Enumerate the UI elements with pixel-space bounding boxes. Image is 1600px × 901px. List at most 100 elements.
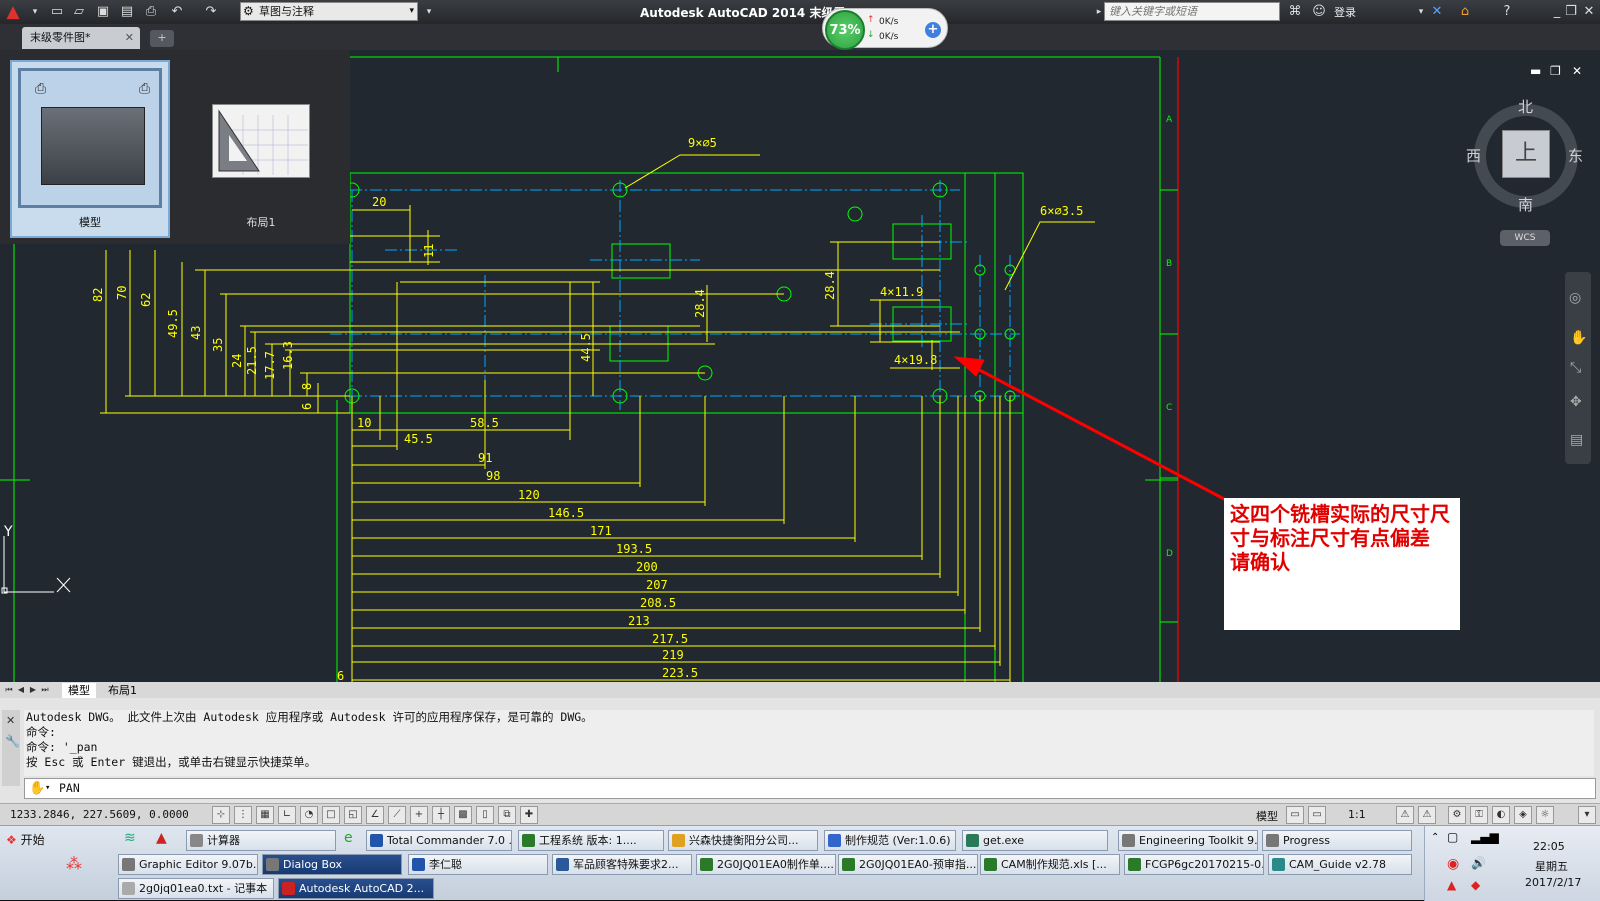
viewcube-north[interactable]: 北	[1518, 96, 1533, 117]
transparency-icon[interactable]: ▩	[454, 806, 472, 824]
search-input[interactable]	[1104, 2, 1280, 21]
tab-model[interactable]: 模型	[62, 683, 96, 698]
network-signal-icon[interactable]: ▂▄▆	[1471, 830, 1499, 844]
app-store-icon[interactable]: ⌂	[1456, 3, 1474, 21]
taskbar-button[interactable]: Autodesk AutoCAD 2...	[278, 878, 434, 899]
binoculars-icon[interactable]: ⌘	[1286, 3, 1304, 21]
tray-app-icon[interactable]: ▢	[1447, 830, 1458, 844]
quick-properties-icon[interactable]: ▯	[476, 806, 494, 824]
document-tab[interactable]: 末级零件图* ✕	[22, 27, 140, 49]
save-icon[interactable]: ▣	[94, 3, 112, 21]
taskbar-button[interactable]: FCGP6gc20170215-0...	[1124, 854, 1264, 875]
pan-hand-icon[interactable]: ✋	[1570, 330, 1587, 346]
open-file-icon[interactable]: ▱	[70, 3, 88, 21]
tab-layout1[interactable]: 布局1	[102, 683, 143, 698]
tray-expand-icon[interactable]: ⌃	[1431, 832, 1439, 843]
selection-cycling-icon[interactable]: ⧉	[498, 806, 516, 824]
close-command-icon[interactable]: ✕	[6, 714, 15, 727]
viewcube-west[interactable]: 西	[1466, 145, 1481, 166]
accelerate-button[interactable]: +	[925, 22, 941, 38]
undo-icon[interactable]: ↶	[168, 3, 186, 21]
taskbar-button[interactable]: 军品顾客特殊要求2...	[552, 854, 692, 875]
security-icon[interactable]: ◉	[1447, 856, 1459, 872]
dynamic-input-icon[interactable]: +	[410, 806, 428, 824]
object-snap-icon[interactable]: □	[322, 806, 340, 824]
taskbar-button[interactable]: Dialog Box	[262, 854, 402, 875]
taskbar-button[interactable]: 2g0jq01ea0.txt - 记事本	[118, 878, 274, 899]
taskbar-button[interactable]: 2G0JQ01EA0-预审指...	[838, 854, 978, 875]
workspace-dropdown[interactable]: ⚙ 草图与注释 ▾	[240, 2, 418, 21]
customize-toolbar-icon[interactable]: ▾	[420, 3, 438, 21]
taskbar-button[interactable]: Engineering Toolkit 9....	[1118, 830, 1258, 851]
snap-mode-icon[interactable]: ⋮	[234, 806, 252, 824]
annotation-monitor-icon[interactable]: ✚	[520, 806, 538, 824]
taskbar-button[interactable]: CAM制作规范.xls [...	[980, 854, 1120, 875]
exchange-icon[interactable]: ✕	[1428, 3, 1446, 21]
network-meter-widget[interactable]: 73% ↑ 0K/s ↓ 0K/s +	[822, 8, 948, 50]
next-tab-icon[interactable]: ▶	[28, 684, 38, 696]
layout1-preview-thumbnail[interactable]	[212, 104, 310, 178]
orbit-icon[interactable]: ✥	[1570, 394, 1582, 410]
signin-button[interactable]: 登录	[1334, 4, 1356, 20]
prev-tab-icon[interactable]: ◀	[16, 684, 26, 696]
wrench-icon[interactable]: 🔧	[5, 734, 20, 748]
viewport-restore-icon[interactable]: ❐	[1550, 64, 1561, 78]
wcs-dropdown[interactable]: WCS	[1500, 230, 1550, 246]
command-input[interactable]: ✋ ▾ PAN	[24, 778, 1596, 799]
quick-view-layouts-icon[interactable]: ▭	[1286, 806, 1304, 824]
taskbar-button[interactable]: 工程系统 版本: 1....	[518, 830, 664, 851]
showmotion-icon[interactable]: ▤	[1570, 432, 1583, 448]
autocad-logo-icon[interactable]: ▲	[2, 3, 24, 21]
dynamic-ucs-icon[interactable]: ⟋	[388, 806, 406, 824]
clock-time[interactable]: 22:05	[1533, 840, 1565, 853]
command-window-handle[interactable]: ✕ 🔧	[2, 710, 20, 786]
new-file-icon[interactable]: ▭	[48, 3, 66, 21]
isolate-objects-icon[interactable]: ◈	[1514, 806, 1532, 824]
object-snap-tracking-icon[interactable]: ∠	[366, 806, 384, 824]
grid-display-icon[interactable]: ▦	[256, 806, 274, 824]
save-as-icon[interactable]: ▤	[118, 3, 136, 21]
taskbar-button[interactable]: 李仁聪	[408, 854, 548, 875]
quicklaunch-icon[interactable]: ≋	[124, 830, 136, 846]
lineweight-icon[interactable]: ┼	[432, 806, 450, 824]
model-space-button[interactable]: 模型	[1256, 808, 1278, 824]
last-tab-icon[interactable]: ⏭	[40, 684, 50, 696]
help-icon[interactable]: ?	[1498, 3, 1516, 21]
tray-app2-icon[interactable]: ◆	[1471, 878, 1480, 892]
annotation-scale[interactable]: 1:1	[1348, 808, 1366, 821]
first-tab-icon[interactable]: ⏮	[4, 684, 14, 696]
color-balls-icon[interactable]: ⁂	[66, 854, 82, 873]
volume-icon[interactable]: 🔊	[1471, 856, 1486, 870]
viewcube-top-face[interactable]: 上	[1502, 130, 1550, 178]
ie-icon[interactable]: e	[344, 830, 353, 846]
restore-icon[interactable]: ❐	[1562, 3, 1580, 21]
steering-wheel-icon[interactable]: ◎	[1569, 290, 1581, 306]
recent-commands-chevron-icon[interactable]: ▾	[45, 779, 50, 798]
annotation-visibility-icon[interactable]: ⚠	[1396, 806, 1414, 824]
close-tab-icon[interactable]: ✕	[125, 27, 134, 49]
ortho-mode-icon[interactable]: ∟	[278, 806, 296, 824]
polar-tracking-icon[interactable]: ◔	[300, 806, 318, 824]
close-icon[interactable]: ✕	[1580, 3, 1598, 21]
workspace-switching-icon[interactable]: ⚙	[1448, 806, 1466, 824]
3d-osnap-icon[interactable]: ◱	[344, 806, 362, 824]
redo-icon[interactable]: ↷	[202, 3, 220, 21]
viewcube-south[interactable]: 南	[1518, 194, 1533, 215]
viewcube-east[interactable]: 东	[1568, 145, 1583, 166]
taskbar-button[interactable]: Progress	[1262, 830, 1412, 851]
start-button[interactable]: ❖ 开始	[2, 830, 52, 850]
taskbar-button[interactable]: 2G0JQ01EA0制作单....	[696, 854, 836, 875]
taskbar-button[interactable]: 制作规范 (Ver:1.0.6)	[824, 830, 956, 851]
pdf-icon[interactable]: ▲	[156, 830, 167, 846]
print-icon[interactable]: ⎙	[142, 3, 160, 21]
taskbar-button[interactable]: 计算器	[186, 830, 336, 851]
status-menu-icon[interactable]: ▾	[1578, 806, 1596, 824]
user-icon[interactable]: ☺	[1310, 3, 1328, 21]
lock-ui-icon[interactable]: ⚿	[1470, 806, 1488, 824]
taskbar-button[interactable]: 兴森快捷衡阳分公司...	[668, 830, 818, 851]
clean-screen-icon[interactable]: ☼	[1536, 806, 1554, 824]
viewport-minimize-icon[interactable]: ▬	[1530, 64, 1541, 78]
infer-constraints-icon[interactable]: ⊹	[212, 806, 230, 824]
auto-scale-icon[interactable]: ⚠	[1418, 806, 1436, 824]
taskbar-button[interactable]: Total Commander 7.0 ...	[366, 830, 512, 851]
